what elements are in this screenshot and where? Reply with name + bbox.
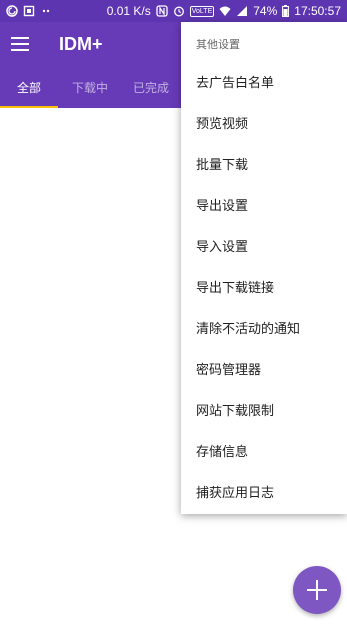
net-speed: 0.01 K/s: [106, 4, 151, 18]
signal-icon: [236, 5, 248, 17]
menu-item-preview-video[interactable]: 预览视频: [181, 104, 347, 145]
more-icon: [40, 5, 52, 17]
menu-item-storage-info[interactable]: 存储信息: [181, 432, 347, 473]
tab-completed-label: 已完成: [132, 81, 169, 95]
tab-all[interactable]: 全部: [0, 68, 58, 108]
alarm-icon: [173, 5, 185, 17]
wifi-icon: [219, 5, 231, 17]
menu-item-batch-download[interactable]: 批量下载: [181, 145, 347, 186]
tab-indicator: [0, 106, 58, 108]
tab-all-label: 全部: [16, 81, 41, 95]
tab-completed[interactable]: 已完成: [122, 68, 180, 108]
tab-downloading-label: 下载中: [71, 81, 108, 95]
battery-icon: [282, 5, 290, 18]
menu-item-import-settings[interactable]: 导入设置: [181, 227, 347, 268]
menu-item-export-links[interactable]: 导出下载链接: [181, 268, 347, 309]
status-bar: 0.01 K/s VoLTE 74% 17:50:57: [0, 0, 347, 22]
clock: 17:50:57: [294, 4, 341, 18]
app-notification-icon: [6, 5, 18, 17]
sim-icon: [23, 5, 35, 17]
menu-item-export-settings[interactable]: 导出设置: [181, 186, 347, 227]
nfc-icon: [156, 5, 168, 17]
menu-item-site-limits[interactable]: 网站下载限制: [181, 391, 347, 432]
battery-percent: 74%: [253, 4, 278, 18]
menu-header: 其他设置: [196, 38, 240, 51]
overflow-menu: 其他设置 去广告白名单 预览视频 批量下载 导出设置 导入设置 导出下载链接 清…: [181, 22, 347, 514]
menu-item-clear-notifications[interactable]: 清除不活动的通知: [181, 309, 347, 350]
menu-item-ad-whitelist[interactable]: 去广告白名单: [181, 63, 347, 104]
hamburger-icon[interactable]: [11, 37, 29, 51]
add-download-button[interactable]: [293, 566, 341, 614]
menu-item-password-manager[interactable]: 密码管理器: [181, 350, 347, 391]
app-title: IDM+: [59, 34, 103, 54]
status-left: [6, 5, 52, 17]
volte-badge: VoLTE: [189, 5, 215, 17]
tab-downloading[interactable]: 下载中: [58, 68, 122, 108]
menu-item-capture-logs[interactable]: 捕获应用日志: [181, 473, 347, 514]
status-right: 0.01 K/s VoLTE 74% 17:50:57: [107, 4, 341, 18]
